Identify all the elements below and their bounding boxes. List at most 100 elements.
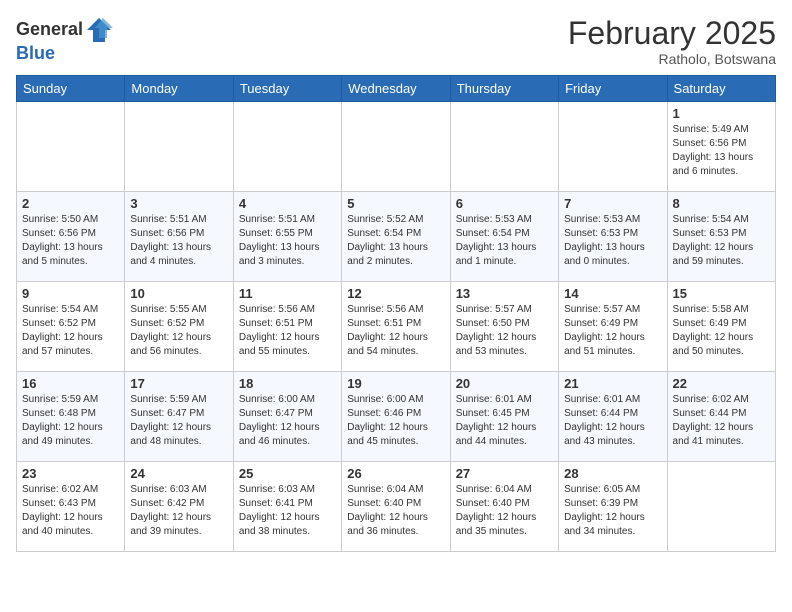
title-block: February 2025 Ratholo, Botswana	[568, 16, 776, 67]
weekday-header: Thursday	[450, 76, 558, 102]
calendar-cell: 9 Sunrise: 5:54 AM Sunset: 6:52 PM Daylig…	[17, 282, 125, 372]
calendar-cell: 22 Sunrise: 6:02 AM Sunset: 6:44 PM Dayli…	[667, 372, 775, 462]
day-info: Sunrise: 5:49 AM Sunset: 6:56 PM Dayligh…	[673, 123, 770, 179]
day-info: Sunrise: 6:04 AM Sunset: 6:40 PM Dayligh…	[347, 483, 444, 539]
calendar-cell	[233, 102, 341, 192]
day-number: 28	[564, 466, 661, 481]
day-number: 7	[564, 196, 661, 211]
calendar-week-row: 23 Sunrise: 6:02 AM Sunset: 6:43 PM Dayli…	[17, 462, 776, 552]
weekday-header: Tuesday	[233, 76, 341, 102]
day-info: Sunrise: 6:04 AM Sunset: 6:40 PM Dayligh…	[456, 483, 553, 539]
calendar-cell: 26 Sunrise: 6:04 AM Sunset: 6:40 PM Dayli…	[342, 462, 450, 552]
day-number: 25	[239, 466, 336, 481]
calendar-cell: 12 Sunrise: 5:56 AM Sunset: 6:51 PM Dayli…	[342, 282, 450, 372]
calendar-cell: 5 Sunrise: 5:52 AM Sunset: 6:54 PM Daylig…	[342, 192, 450, 282]
calendar-cell: 27 Sunrise: 6:04 AM Sunset: 6:40 PM Dayli…	[450, 462, 558, 552]
day-number: 3	[130, 196, 227, 211]
day-info: Sunrise: 5:50 AM Sunset: 6:56 PM Dayligh…	[22, 213, 119, 269]
day-info: Sunrise: 5:54 AM Sunset: 6:52 PM Dayligh…	[22, 303, 119, 359]
logo-general: General	[16, 20, 83, 40]
day-number: 23	[22, 466, 119, 481]
day-number: 9	[22, 286, 119, 301]
day-info: Sunrise: 5:59 AM Sunset: 6:48 PM Dayligh…	[22, 393, 119, 449]
page-header: General Blue February 2025 Ratholo, Bots…	[16, 16, 776, 67]
day-info: Sunrise: 5:51 AM Sunset: 6:55 PM Dayligh…	[239, 213, 336, 269]
day-info: Sunrise: 5:53 AM Sunset: 6:54 PM Dayligh…	[456, 213, 553, 269]
day-info: Sunrise: 6:03 AM Sunset: 6:42 PM Dayligh…	[130, 483, 227, 539]
weekday-header: Monday	[125, 76, 233, 102]
day-info: Sunrise: 5:53 AM Sunset: 6:53 PM Dayligh…	[564, 213, 661, 269]
day-info: Sunrise: 5:54 AM Sunset: 6:53 PM Dayligh…	[673, 213, 770, 269]
location: Ratholo, Botswana	[568, 51, 776, 67]
calendar-cell: 8 Sunrise: 5:54 AM Sunset: 6:53 PM Daylig…	[667, 192, 775, 282]
day-info: Sunrise: 5:56 AM Sunset: 6:51 PM Dayligh…	[347, 303, 444, 359]
calendar-cell: 28Sunrise: 6:05 AM Sunset: 6:39 PM Dayli…	[559, 462, 667, 552]
weekday-header-row: SundayMondayTuesdayWednesdayThursdayFrid…	[17, 76, 776, 102]
day-info: Sunrise: 6:01 AM Sunset: 6:45 PM Dayligh…	[456, 393, 553, 449]
calendar-cell: 24 Sunrise: 6:03 AM Sunset: 6:42 PM Dayli…	[125, 462, 233, 552]
day-number: 6	[456, 196, 553, 211]
calendar-cell: 1 Sunrise: 5:49 AM Sunset: 6:56 PM Daylig…	[667, 102, 775, 192]
calendar-cell: 19 Sunrise: 6:00 AM Sunset: 6:46 PM Dayli…	[342, 372, 450, 462]
day-info: Sunrise: 5:58 AM Sunset: 6:49 PM Dayligh…	[673, 303, 770, 359]
day-number: 11	[239, 286, 336, 301]
day-number: 16	[22, 376, 119, 391]
day-number: 26	[347, 466, 444, 481]
day-number: 17	[130, 376, 227, 391]
calendar-week-row: 1 Sunrise: 5:49 AM Sunset: 6:56 PM Daylig…	[17, 102, 776, 192]
calendar-cell: 3 Sunrise: 5:51 AM Sunset: 6:56 PM Daylig…	[125, 192, 233, 282]
calendar: SundayMondayTuesdayWednesdayThursdayFrid…	[16, 75, 776, 552]
day-number: 27	[456, 466, 553, 481]
day-number: 15	[673, 286, 770, 301]
day-number: 24	[130, 466, 227, 481]
calendar-cell: 13Sunrise: 5:57 AM Sunset: 6:50 PM Dayli…	[450, 282, 558, 372]
calendar-cell	[667, 462, 775, 552]
day-info: Sunrise: 6:02 AM Sunset: 6:44 PM Dayligh…	[673, 393, 770, 449]
calendar-cell	[450, 102, 558, 192]
calendar-cell: 14Sunrise: 5:57 AM Sunset: 6:49 PM Dayli…	[559, 282, 667, 372]
day-number: 22	[673, 376, 770, 391]
day-info: Sunrise: 6:00 AM Sunset: 6:46 PM Dayligh…	[347, 393, 444, 449]
day-info: Sunrise: 5:52 AM Sunset: 6:54 PM Dayligh…	[347, 213, 444, 269]
calendar-cell	[559, 102, 667, 192]
logo-blue: Blue	[16, 44, 113, 64]
calendar-cell: 11 Sunrise: 5:56 AM Sunset: 6:51 PM Dayli…	[233, 282, 341, 372]
weekday-header: Saturday	[667, 76, 775, 102]
day-info: Sunrise: 6:03 AM Sunset: 6:41 PM Dayligh…	[239, 483, 336, 539]
day-info: Sunrise: 5:59 AM Sunset: 6:47 PM Dayligh…	[130, 393, 227, 449]
calendar-cell: 20 Sunrise: 6:01 AM Sunset: 6:45 PM Dayli…	[450, 372, 558, 462]
calendar-week-row: 16 Sunrise: 5:59 AM Sunset: 6:48 PM Dayli…	[17, 372, 776, 462]
day-info: Sunrise: 5:51 AM Sunset: 6:56 PM Dayligh…	[130, 213, 227, 269]
day-number: 13	[456, 286, 553, 301]
weekday-header: Friday	[559, 76, 667, 102]
calendar-cell	[342, 102, 450, 192]
day-info: Sunrise: 5:57 AM Sunset: 6:49 PM Dayligh…	[564, 303, 661, 359]
calendar-cell: 21 Sunrise: 6:01 AM Sunset: 6:44 PM Dayli…	[559, 372, 667, 462]
calendar-cell: 10 Sunrise: 5:55 AM Sunset: 6:52 PM Dayli…	[125, 282, 233, 372]
calendar-cell	[17, 102, 125, 192]
day-number: 18	[239, 376, 336, 391]
calendar-cell: 6 Sunrise: 5:53 AM Sunset: 6:54 PM Daylig…	[450, 192, 558, 282]
day-info: Sunrise: 5:56 AM Sunset: 6:51 PM Dayligh…	[239, 303, 336, 359]
day-number: 5	[347, 196, 444, 211]
logo-icon	[85, 16, 113, 44]
day-number: 8	[673, 196, 770, 211]
calendar-cell: 25 Sunrise: 6:03 AM Sunset: 6:41 PM Dayli…	[233, 462, 341, 552]
day-info: Sunrise: 6:00 AM Sunset: 6:47 PM Dayligh…	[239, 393, 336, 449]
calendar-cell: 23 Sunrise: 6:02 AM Sunset: 6:43 PM Dayli…	[17, 462, 125, 552]
day-info: Sunrise: 6:02 AM Sunset: 6:43 PM Dayligh…	[22, 483, 119, 539]
day-number: 12	[347, 286, 444, 301]
calendar-cell: 15 Sunrise: 5:58 AM Sunset: 6:49 PM Dayli…	[667, 282, 775, 372]
day-number: 2	[22, 196, 119, 211]
day-number: 10	[130, 286, 227, 301]
day-number: 19	[347, 376, 444, 391]
day-info: Sunrise: 6:01 AM Sunset: 6:44 PM Dayligh…	[564, 393, 661, 449]
day-number: 1	[673, 106, 770, 121]
weekday-header: Sunday	[17, 76, 125, 102]
day-number: 21	[564, 376, 661, 391]
day-info: Sunrise: 5:55 AM Sunset: 6:52 PM Dayligh…	[130, 303, 227, 359]
calendar-cell: 2 Sunrise: 5:50 AM Sunset: 6:56 PM Daylig…	[17, 192, 125, 282]
day-number: 20	[456, 376, 553, 391]
calendar-cell: 17 Sunrise: 5:59 AM Sunset: 6:47 PM Dayli…	[125, 372, 233, 462]
calendar-cell: 16 Sunrise: 5:59 AM Sunset: 6:48 PM Dayli…	[17, 372, 125, 462]
